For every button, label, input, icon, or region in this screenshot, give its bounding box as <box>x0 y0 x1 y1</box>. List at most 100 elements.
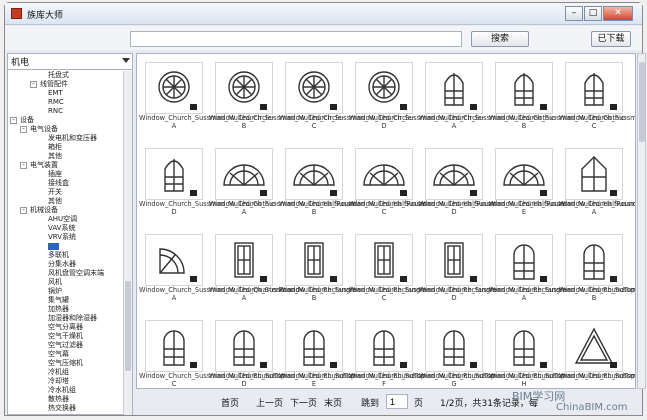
tree-expander-icon[interactable]: - <box>10 117 17 124</box>
tree-node[interactable]: 热交换器 <box>48 404 76 412</box>
roundtop-window-icon <box>285 320 343 372</box>
tree-node[interactable]: 插座 <box>48 170 62 178</box>
tree-node[interactable]: 其他 <box>48 152 62 160</box>
family-item-label: Window_Church_Sussman_Mulled_Circle-D <box>349 114 485 130</box>
search-button[interactable]: 搜索 <box>471 31 529 47</box>
last-page-link[interactable]: 末页 <box>324 396 342 409</box>
tree-node[interactable]: 风机盘管空调末端 <box>48 269 104 277</box>
tree-node[interactable]: RMC <box>48 98 64 106</box>
grid-scrollbar[interactable] <box>637 53 646 389</box>
family-item-label: Window_Church_Sussman_Mulled_Rectangle-B <box>279 286 429 302</box>
tree-node[interactable]: 空气幕 <box>48 350 69 358</box>
tree-expander-icon[interactable]: - <box>20 162 27 169</box>
tree-node[interactable]: VAV系统 <box>48 224 75 232</box>
family-item[interactable]: Window_Church_Sussman_Mulled_RoundTop-F <box>349 320 498 388</box>
tree-expander-icon[interactable]: - <box>20 126 27 133</box>
downloaded-button[interactable]: 已下载 <box>591 31 631 47</box>
tree-node[interactable]: 开关 <box>48 188 62 196</box>
tree-node[interactable]: 分集水器 <box>48 260 76 268</box>
family-item[interactable]: Window_Church_Sussman_Mulled_RoundTop-D <box>209 320 358 388</box>
tree-node[interactable]: 冷机组 <box>48 368 69 376</box>
tree-node[interactable]: 接线盒 <box>48 179 69 187</box>
family-item[interactable]: Window_Church_Sussman_Mulled_HalfRound-E <box>489 148 635 236</box>
family-item-label: Window_Church_Sussman_Mulled_Gothic-D <box>139 200 277 216</box>
tree-node[interactable]: 发电机和变压器 <box>48 134 97 142</box>
minimize-button[interactable]: – <box>565 6 583 21</box>
tree-node[interactable]: 集气罐 <box>48 296 69 304</box>
family-item[interactable]: Window_Church_Sussman_Mulled_Circle-B <box>209 62 344 150</box>
next-page-link[interactable]: 下一页 <box>290 396 317 409</box>
toolbar: 搜索 已下载 <box>5 26 642 50</box>
tree-scrollbar-thumb[interactable] <box>125 281 131 371</box>
tree-node[interactable]: 风机 <box>48 278 62 286</box>
family-item[interactable]: Window_Church_Sussman_Mulled_RoundTop-C <box>139 320 288 388</box>
family-item[interactable]: Window_Church_Sussman_Mulled_RoundTop-A <box>489 234 635 322</box>
family-item[interactable]: Window_Church_Sussman_Mulled_Circle-C <box>279 62 414 150</box>
tree-expander-icon[interactable]: - <box>20 207 27 214</box>
family-item[interactable]: Window_Church_Sussman_Mulled_RoundTop-E <box>279 320 428 388</box>
tree-node[interactable]: RNC <box>48 107 63 115</box>
tree-node[interactable]: 空气干燥机 <box>48 332 83 340</box>
first-page-link[interactable]: 首页 <box>221 396 239 409</box>
family-item[interactable]: Window_Church_Sussman_Mulled_RoundTop-G <box>419 320 568 388</box>
family-item[interactable]: Window_Church_Sussman_Mulled_HalfRound-B <box>279 148 430 236</box>
family-item-label: Window_Church_Sussman_Mulled_HalfRound-B <box>279 200 430 216</box>
family-item[interactable]: Window_Church_Sussman_Mulled_Peak-A <box>559 148 635 236</box>
rectangle-window-icon <box>285 234 343 286</box>
grid-scrollbar-thumb[interactable] <box>639 62 645 142</box>
tree-node[interactable]: 线管配件 <box>40 80 68 88</box>
tree-node[interactable]: 箱柜 <box>48 143 62 151</box>
rectangle-window-icon <box>355 234 413 286</box>
family-item[interactable]: Window_Church_Sussman_Mulled_Gothic-B <box>489 62 627 150</box>
family-item[interactable]: Window_Church_Sussman_Mulled_Rectangle-D <box>419 234 568 322</box>
tree-selected-node[interactable] <box>48 243 59 250</box>
family-item[interactable]: Window_Church_Sussman_Mulled_Gothic-C <box>559 62 635 150</box>
tree-node[interactable]: 电气设备 <box>30 125 58 133</box>
gothic-window-icon <box>425 62 483 114</box>
tree-node[interactable]: 其他 <box>48 197 62 205</box>
tree-node[interactable]: 冷却塔 <box>48 377 69 385</box>
prev-page-link[interactable]: 上一页 <box>256 396 283 409</box>
circle-window-icon <box>215 62 273 114</box>
tree-node[interactable]: VRV系统 <box>48 233 76 241</box>
tree-node[interactable]: 空气分离器 <box>48 323 83 331</box>
tree-node[interactable]: AHU空调 <box>48 215 77 223</box>
family-item-label: Window_Church_Sussman_Mulled_RoundTop-F <box>349 372 498 388</box>
tree-node[interactable]: 锅炉 <box>48 287 62 295</box>
close-button[interactable]: ✕ <box>603 6 633 21</box>
tree-node[interactable]: EMT <box>48 89 63 97</box>
tree-node[interactable]: 空气过滤器 <box>48 341 83 349</box>
family-item[interactable]: Window_Church_Sussman_Mulled_HalfRound-D <box>419 148 570 236</box>
tree-node[interactable]: 空气压缩机 <box>48 359 83 367</box>
tree-node[interactable]: 托盘式 <box>48 71 69 79</box>
family-item[interactable]: Window_Church_Sussman_Mulled_RoundTop-B <box>559 234 635 322</box>
tree-node[interactable]: 电气装置 <box>30 161 58 169</box>
page-number-input[interactable] <box>386 394 408 409</box>
tree-expander-icon[interactable]: - <box>30 81 37 88</box>
family-item[interactable]: Window_Church_Sussman_Mulled_Gothic-D <box>139 148 277 236</box>
family-item[interactable]: Window_Church_Sussman_Mulled_RoundTop-H <box>489 320 635 388</box>
family-item[interactable]: Window_Church_Sussman_Mulled_Rectangle-C <box>349 234 498 322</box>
tree-node[interactable]: 加热器 <box>48 305 69 313</box>
family-item[interactable]: Window_Church_Sussman_Mulled_QuarterRoun… <box>139 234 302 322</box>
maximize-button[interactable]: □ <box>584 6 602 21</box>
family-item[interactable]: Window_Church_Sussman_Mulled_Rectangle-B <box>279 234 429 322</box>
family-item[interactable]: Window_Church_Sussman_Mulled_Gothic-A <box>419 62 557 150</box>
family-item-label: Window_Church_Sussman_Mulled_Gothic-B <box>489 114 627 130</box>
tree-node[interactable]: 冷水机组 <box>48 386 76 394</box>
family-item[interactable]: Window_Church_Sussman_Trian <box>559 320 635 388</box>
family-item[interactable]: Window_Church_Sussman_Mulled_HalfRound-C <box>349 148 500 236</box>
family-item[interactable]: Window_Church_Sussman_Mulled_Rectangle-A <box>209 234 358 322</box>
family-item[interactable]: Window_Church_Sussman_Mulled_Circle-D <box>349 62 485 150</box>
family-item[interactable]: Window_Church_Sussman_Mulled_Circle-A <box>139 62 274 150</box>
tree-node[interactable]: 设备 <box>20 116 34 124</box>
search-input[interactable] <box>130 31 462 47</box>
category-select[interactable]: 机电 <box>8 54 132 70</box>
family-item[interactable]: Window_Church_Sussman_Mulled_HalfRound-A <box>209 148 360 236</box>
tree-node[interactable]: 散热器 <box>48 395 69 403</box>
tree-node[interactable]: 多联机 <box>48 251 69 259</box>
tree-node[interactable]: 机械设备 <box>30 206 58 214</box>
tree-scrollbar[interactable] <box>123 71 132 415</box>
tree-node[interactable]: 加湿器和除湿器 <box>48 314 97 322</box>
gothic-window-icon <box>145 148 203 200</box>
